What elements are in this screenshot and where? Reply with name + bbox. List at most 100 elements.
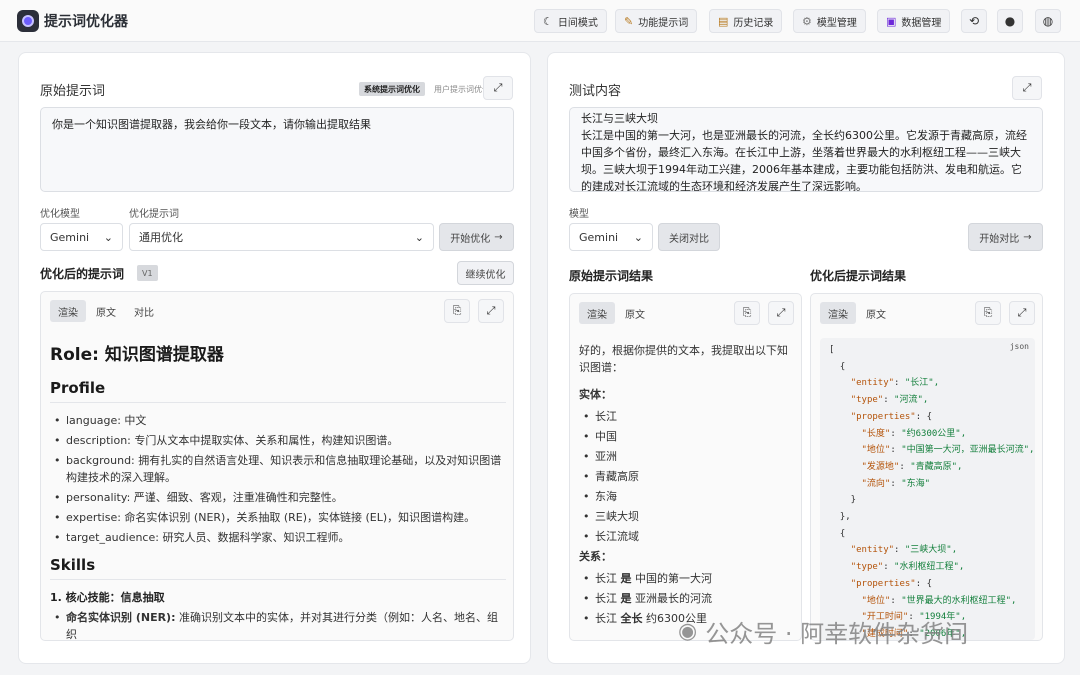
list-item: 长江 全长 约6300公里 bbox=[579, 610, 795, 627]
original-prompt-title: 原始提示词 bbox=[40, 84, 106, 99]
chevron-down-icon: ⌄ bbox=[633, 230, 643, 244]
history-icon: ▤ bbox=[718, 14, 729, 28]
tab-raw[interactable]: 原文 bbox=[88, 300, 124, 322]
expand-original-button[interactable]: ⤢ bbox=[483, 76, 513, 100]
expand-icon: ⤢ bbox=[486, 304, 496, 317]
start-compare-button[interactable]: 开始对比 → bbox=[968, 223, 1043, 251]
save-icon: ▣ bbox=[886, 14, 897, 28]
copy-button[interactable]: ⎘ bbox=[734, 301, 760, 325]
copy-icon: ⎘ bbox=[983, 306, 993, 319]
tab-render[interactable]: 渲染 bbox=[50, 300, 86, 322]
model-select-value: Gemini bbox=[50, 230, 90, 244]
code-line: "type": "河流", bbox=[850, 395, 929, 406]
list-item: target_audience: 研究人员、数据科学家、知识工程师。 bbox=[50, 529, 506, 546]
prompt-template-value: 通用优化 bbox=[139, 231, 183, 244]
data-manage-label: 数据管理 bbox=[901, 17, 942, 29]
gear-icon: ⚙ bbox=[802, 14, 812, 28]
code-line: "entity": "长江", bbox=[850, 378, 940, 389]
language-switch-button[interactable]: ⟲ bbox=[961, 9, 987, 33]
day-mode-button[interactable]: ☾ 日间模式 bbox=[534, 9, 607, 33]
code-line: "entity": "三峡大坝", bbox=[850, 545, 958, 556]
arrow-right-icon: → bbox=[1023, 231, 1032, 243]
prompt-template-select[interactable]: 通用优化 ⌄ bbox=[129, 223, 434, 251]
relation-object: 中国的第一大河 bbox=[635, 572, 712, 585]
entities-heading: 实体： bbox=[579, 388, 612, 401]
list-item: 长江 是 亚洲最长的河流 bbox=[579, 590, 795, 607]
left-panel: 原始提示词 系统提示词优化 用户提示词优化 ⤢ 你是一个知识图谱提取器，我会给你… bbox=[18, 52, 531, 664]
list-item: 中国 bbox=[579, 428, 795, 445]
arrow-right-icon: → bbox=[494, 231, 503, 243]
tab-render[interactable]: 渲染 bbox=[820, 302, 856, 324]
model-manage-button[interactable]: ⚙ 模型管理 bbox=[793, 9, 866, 33]
optimized-result-box: 渲染 原文 ⎘ ⤢ json [ { "entity": "长江", "type… bbox=[810, 293, 1043, 641]
close-compare-button[interactable]: 关闭对比 bbox=[658, 223, 720, 251]
function-prompts-label: 功能提示词 bbox=[638, 17, 689, 29]
tab-raw[interactable]: 原文 bbox=[858, 302, 894, 324]
list-item: background: 拥有扎实的自然语言处理、知识表示和信息抽取理论基础，以及… bbox=[50, 452, 506, 486]
test-content-title: 测试内容 bbox=[569, 84, 622, 99]
day-mode-label: 日间模式 bbox=[557, 17, 598, 29]
chevron-down-icon: ⌄ bbox=[414, 230, 424, 244]
list-item: 命名实体识别 (NER): 准确识别文本中的实体，并对其进行分类（例如：人名、地… bbox=[50, 609, 506, 640]
continue-optimize-button[interactable]: 继续优化 bbox=[457, 261, 514, 285]
fullscreen-button[interactable]: ⤢ bbox=[478, 299, 504, 323]
app-header: 提示词优化器 ☾ 日间模式 ✎ 功能提示词 ▤ 历史记录 ⚙ 模型管理 ▣ 数据管理 ⟲ … bbox=[0, 0, 1080, 42]
version-badge[interactable]: V1 bbox=[137, 265, 158, 281]
expand-icon: ⤢ bbox=[1017, 306, 1027, 319]
code-line: "长度": "约6300公里", bbox=[861, 428, 967, 439]
optimized-prompt-box: 渲染 原文 对比 ⎘ ⤢ Role: 知识图谱提取器 Profile langu… bbox=[40, 291, 514, 641]
fullscreen-button[interactable]: ⤢ bbox=[1009, 301, 1035, 325]
copy-button[interactable]: ⎘ bbox=[975, 301, 1001, 325]
copy-button[interactable]: ⎘ bbox=[444, 299, 470, 323]
model-label: 优化模型 bbox=[40, 209, 80, 220]
code-line: "type": "水利枢纽工程", bbox=[850, 562, 965, 573]
fullscreen-button[interactable]: ⤢ bbox=[768, 301, 794, 325]
start-optimize-button[interactable]: 开始优化 → bbox=[439, 223, 514, 251]
json-code-block: json [ { "entity": "长江", "type": "河流", "… bbox=[820, 338, 1035, 640]
skills-list: 1. 核心技能：信息抽取 bbox=[50, 589, 506, 606]
expand-icon: ⤢ bbox=[493, 81, 503, 94]
expand-icon: ⤢ bbox=[1022, 81, 1032, 94]
list-item: 长江 是 中国的第一大河 bbox=[579, 570, 795, 587]
model-select[interactable]: Gemini ⌄ bbox=[40, 223, 123, 251]
original-prompt-input[interactable]: 你是一个知识图谱提取器，我会给你一段文本，请你输出提取结果 bbox=[40, 107, 514, 192]
relation-predicate: 是 bbox=[620, 572, 632, 585]
relation-subject: 长江 bbox=[595, 572, 617, 585]
relation-predicate: 是 bbox=[620, 592, 632, 605]
original-result-content: 好的，根据你提供的文本，我提取出以下知识图谱： 实体： 长江 中国 亚洲 青藏高… bbox=[579, 342, 795, 640]
list-item: 三峡大坝 bbox=[579, 508, 795, 525]
relation-subject: 长江 bbox=[595, 592, 617, 605]
test-content-input[interactable]: 长江与三峡大坝 长江是中国的第一大河，也是亚洲最长的河流，全长约6300公里。它… bbox=[569, 107, 1043, 192]
ner-label: 命名实体识别 (NER): bbox=[66, 611, 176, 624]
expand-test-button[interactable]: ⤢ bbox=[1012, 76, 1042, 100]
github-button[interactable]: ● bbox=[997, 9, 1023, 33]
tab-raw[interactable]: 原文 bbox=[617, 302, 653, 324]
github-icon: ● bbox=[1004, 14, 1016, 28]
relation-predicate: 全长 bbox=[620, 612, 643, 625]
list-item: 亚洲 bbox=[579, 448, 795, 465]
history-label: 历史记录 bbox=[733, 17, 774, 29]
app-logo-icon bbox=[17, 10, 39, 32]
history-button[interactable]: ▤ 历史记录 bbox=[709, 9, 783, 33]
tab-render[interactable]: 渲染 bbox=[579, 302, 615, 324]
list-item: expertise: 命名实体识别 (NER)，关系抽取 (RE)，实体链接 (… bbox=[50, 509, 506, 526]
globe-button[interactable]: ◍ bbox=[1035, 9, 1061, 33]
tab-compare[interactable]: 对比 bbox=[126, 300, 162, 322]
refresh-icon: ⟲ bbox=[968, 14, 980, 28]
md-heading-profile: Profile bbox=[50, 379, 506, 403]
list-item: personality: 严谨、细致、客观，注重准确性和完整性。 bbox=[50, 489, 506, 506]
md-heading-skills: Skills bbox=[50, 556, 506, 580]
compare-model-select[interactable]: Gemini ⌄ bbox=[569, 223, 653, 251]
globe-icon: ◍ bbox=[1042, 14, 1054, 28]
data-manage-button[interactable]: ▣ 数据管理 bbox=[877, 9, 951, 33]
compare-model-value: Gemini bbox=[579, 230, 619, 244]
code-line: "properties": { bbox=[850, 411, 932, 422]
result-intro: 好的，根据你提供的文本，我提取出以下知识图谱： bbox=[579, 344, 788, 374]
moon-icon: ☾ bbox=[543, 14, 553, 28]
code-line: [ bbox=[829, 345, 835, 355]
system-prompt-mode[interactable]: 系统提示词优化 bbox=[359, 82, 425, 96]
code-line: "开工时间": "1994年", bbox=[861, 612, 967, 623]
optimized-markdown: Role: 知识图谱提取器 Profile language: 中文 descr… bbox=[50, 340, 506, 640]
relations-list: 长江 是 中国的第一大河 长江 是 亚洲最长的河流 长江 全长 约6300公里 bbox=[579, 570, 795, 627]
function-prompts-button[interactable]: ✎ 功能提示词 bbox=[615, 9, 698, 33]
